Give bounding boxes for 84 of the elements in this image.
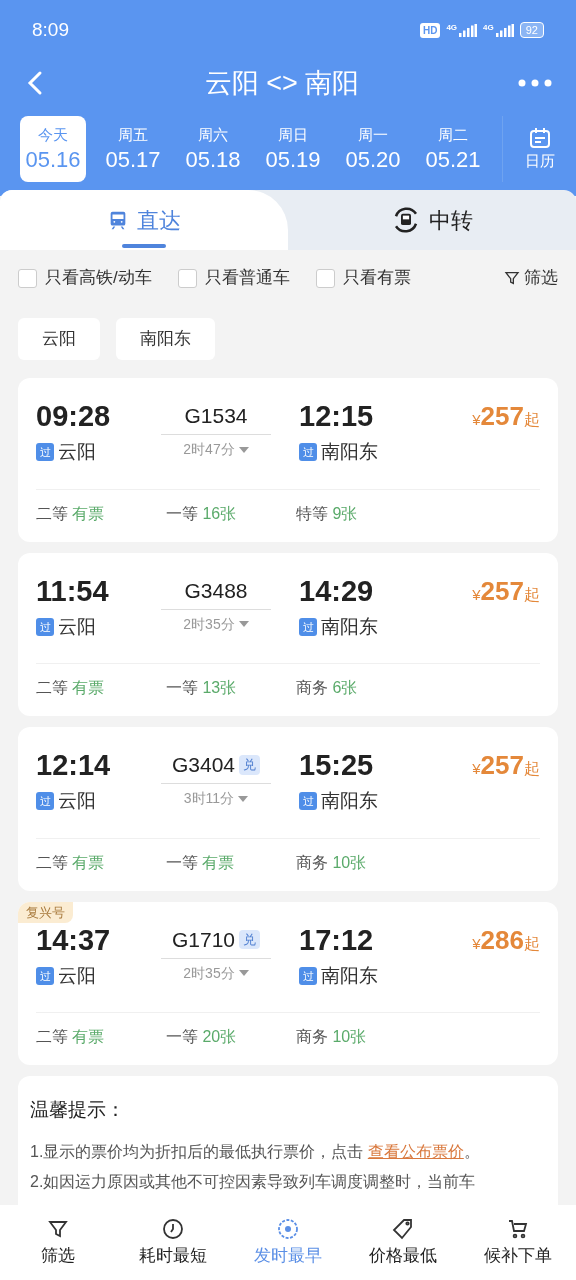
more-icon[interactable]: [518, 79, 552, 87]
sort-tab[interactable]: 筛选: [0, 1216, 116, 1269]
seat-availability: 商务 6张: [296, 678, 359, 698]
hd-indicator: HD: [419, 22, 441, 38]
tab-underline: [122, 244, 166, 248]
exchange-tag: 兑: [239, 929, 261, 950]
station-chip[interactable]: 南阳东: [116, 318, 215, 360]
sort-tab[interactable]: 价格最低: [345, 1216, 461, 1269]
caret-icon: [238, 970, 249, 976]
train-type-badge: 复兴号: [18, 901, 73, 923]
via-tag: 过: [36, 443, 54, 462]
via-tag: 过: [36, 966, 54, 985]
arrival-station: 南阳东: [321, 789, 378, 813]
notice-text: 1.显示的票价均为折扣后的最低执行票价，点击 查看公布票价。: [30, 1141, 481, 1162]
train-card[interactable]: 09:28 过 云阳 G1534 2时47分 12:15 过 南阳东 ¥257起 二等 有票 一等 16张 特等 9张: [18, 378, 558, 542]
filter-button[interactable]: 筛选: [504, 265, 558, 291]
seat-availability: 二等 有票: [36, 1027, 106, 1047]
via-tag: 过: [299, 966, 317, 985]
train-number: G1534: [184, 403, 248, 430]
route-tab[interactable]: 中转: [288, 190, 576, 250]
train-card[interactable]: 复兴号 14:37 过 云阳 G1710 兑 2时35分 17:12 过 南阳东 ¥286起 二等 有票 一等 20张 商务 10张: [18, 901, 558, 1065]
via-tag: 过: [36, 617, 54, 636]
signal-icon: [495, 23, 514, 37]
seat-availability: 一等 16张: [166, 503, 238, 524]
battery-indicator: 92: [519, 22, 544, 38]
departure-time: 11:54: [36, 573, 110, 609]
arrival-station: 南阳东: [321, 614, 378, 639]
seat-availability: 二等 有票: [36, 678, 106, 698]
seat-availability: 商务 10张: [296, 1027, 368, 1047]
sort-tab[interactable]: 候补下单: [460, 1216, 576, 1269]
arrival-station: 南阳东: [321, 963, 378, 988]
filter-checkbox[interactable]: 只看普通车: [177, 265, 290, 291]
arrival-time: 12:15: [299, 399, 375, 434]
train-number: G3488: [184, 577, 248, 604]
route-title: 云阳 <> 南阳: [203, 66, 361, 100]
departure-time: 09:28: [36, 399, 112, 434]
caret-icon: [238, 795, 249, 802]
filter-checkbox[interactable]: 只看有票: [315, 265, 411, 291]
network-type: 4G: [483, 23, 494, 32]
via-tag: 过: [36, 792, 54, 811]
seat-availability: 一等 有票: [166, 852, 236, 873]
price: ¥257起: [472, 574, 540, 608]
exchange-tag: 兑: [239, 755, 261, 775]
arrival-station: 南阳东: [321, 440, 378, 464]
sort-tab[interactable]: 耗时最短: [115, 1216, 231, 1269]
arrival-time: 15:25: [299, 748, 375, 783]
station-chip[interactable]: 云阳: [18, 318, 100, 360]
signal-icon: [459, 23, 478, 37]
clock-icon: [276, 1216, 300, 1241]
departure-station: 云阳: [58, 963, 96, 988]
via-tag: 过: [299, 792, 317, 811]
seat-availability: 商务 10张: [296, 852, 368, 873]
departure-station: 云阳: [58, 789, 96, 813]
train-card[interactable]: 12:14 过 云阳 G3404 兑 3时11分 15:25 过 南阳东 ¥257起 二等 有票 一等 有票 商务 10张: [18, 727, 558, 891]
train-card[interactable]: 11:54 过 云阳 G3488 2时35分 14:29 过 南阳东 ¥257起 二等 有票 一等 13张 商务 6张: [18, 552, 558, 716]
departure-station: 云阳: [58, 440, 96, 464]
train-number: G1710: [171, 926, 236, 953]
caret-icon: [238, 446, 249, 453]
price: ¥257起: [472, 400, 540, 433]
departure-time: 14:37: [36, 922, 112, 958]
via-tag: 过: [299, 443, 317, 462]
timer-icon: [160, 1216, 185, 1241]
seat-availability: 一等 20张: [166, 1027, 238, 1047]
notice-text: 2.如因运力原因或其他不可控因素导致列车调度调整时，当前车: [30, 1171, 477, 1192]
via-tag: 过: [299, 617, 317, 636]
seat-availability: 二等 有票: [36, 503, 106, 524]
route-tab[interactable]: 直达: [0, 190, 288, 250]
status-time: 8:09: [32, 17, 69, 42]
network-type: 4G: [446, 23, 458, 32]
caret-icon: [238, 621, 249, 627]
price: ¥257起: [472, 749, 540, 782]
departure-station: 云阳: [58, 614, 96, 639]
departure-time: 12:14: [36, 748, 112, 783]
arrival-time: 17:12: [299, 922, 375, 958]
calendar-icon: [527, 125, 552, 150]
notice-title: 温馨提示：: [30, 1098, 126, 1122]
filter-checkbox[interactable]: 只看高铁/动车: [18, 265, 152, 291]
seat-availability: 一等 13张: [166, 678, 238, 698]
filter-icon: [504, 270, 520, 286]
seat-availability: 特等 9张: [296, 503, 359, 524]
arrival-time: 14:29: [299, 573, 375, 609]
price: ¥286起: [472, 923, 540, 957]
train-number: G3404: [171, 752, 236, 779]
seat-availability: 二等 有票: [36, 852, 106, 873]
